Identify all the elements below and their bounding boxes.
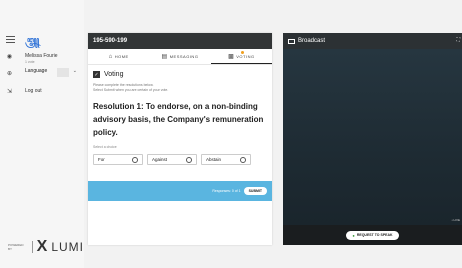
expand-icon[interactable]: ⛶ <box>456 37 460 43</box>
lumi-logo-text: LUMI <box>51 240 84 254</box>
radio-for[interactable] <box>132 156 138 163</box>
powered-by: POWERED BY X LUMI <box>8 238 84 256</box>
section-title: Voting <box>104 71 124 78</box>
user-icon: ◉ <box>6 54 13 60</box>
menu-icon[interactable] <box>6 36 15 45</box>
request-to-speak-button[interactable]: ● REQUEST TO SPEAK <box>346 230 399 240</box>
broadcast-footer: ● REQUEST TO SPEAK <box>283 225 462 245</box>
tab-voting[interactable]: ▩ VOTING <box>210 49 272 64</box>
broadcast-title: Broadcast <box>298 38 326 44</box>
logout-row[interactable]: ⇲ Log out <box>6 88 42 95</box>
sidebar: ꧃ ◉ Melissa Fourie 1 vote ⊕ Language ⌄ ⇲… <box>0 0 84 268</box>
broadcast-panel: Broadcast ⛶ • LIVE ● REQUEST TO SPEAK <box>283 33 462 245</box>
choice-against-label: Against <box>152 157 168 162</box>
choice-abstain[interactable]: Abstain <box>201 154 251 165</box>
video-player[interactable] <box>283 49 462 225</box>
choice-group: For Against Abstain <box>93 154 267 165</box>
globe-icon: ⊕ <box>6 71 13 77</box>
radio-against[interactable] <box>186 156 192 163</box>
choice-for-label: For <box>98 157 105 162</box>
live-indicator: • LIVE <box>451 218 460 222</box>
tab-voting-label: VOTING <box>236 53 255 59</box>
resolution-text: Resolution 1: To endorse, on a non-bindi… <box>93 102 264 137</box>
powered-by-label: POWERED BY <box>8 243 24 251</box>
tab-messaging-label: MESSAGING <box>169 54 199 59</box>
voting-heading: ✓ Voting <box>93 71 272 78</box>
screen-icon <box>288 38 295 44</box>
logout-label: Log out <box>25 88 42 94</box>
language-highlight <box>57 68 69 77</box>
chevron-down-icon: ⌄ <box>72 68 77 74</box>
user-profile[interactable]: ◉ Melissa Fourie 1 vote <box>6 53 58 64</box>
language-label: Language <box>25 68 48 74</box>
tab-bar: ⌂ HOME ▤ MESSAGING ▩ VOTING <box>88 49 272 65</box>
messaging-icon: ▤ <box>161 54 168 60</box>
meeting-id: 195-590-199 <box>88 33 272 49</box>
user-subtitle: 1 vote <box>25 60 35 64</box>
brand-logo: ꧃ <box>25 37 40 44</box>
choice-abstain-label: Abstain <box>206 157 222 162</box>
broadcast-header: Broadcast ⛶ <box>283 33 462 49</box>
choice-label: Select a choice <box>93 145 117 149</box>
submit-bar: Responses: 0 of 1 SUBMIT <box>88 181 272 201</box>
request-to-speak-label: REQUEST TO SPEAK <box>356 233 393 237</box>
microphone-icon: ● <box>352 232 355 238</box>
choice-against[interactable]: Against <box>147 154 197 165</box>
voting-icon: ▩ <box>228 53 235 60</box>
divider <box>31 241 33 253</box>
tab-home-label: HOME <box>114 54 129 59</box>
ballot-icon: ✓ <box>93 71 100 78</box>
submit-button[interactable]: SUBMIT <box>243 187 267 195</box>
lumi-logo-mark: X <box>36 238 48 255</box>
instructions: Please complete the resolutions below. S… <box>93 83 267 93</box>
choice-for[interactable]: For <box>93 154 143 165</box>
logout-icon: ⇲ <box>6 89 13 95</box>
radio-abstain[interactable] <box>240 156 246 163</box>
home-icon: ⌂ <box>108 53 113 60</box>
tab-home[interactable]: ⌂ HOME <box>88 49 149 64</box>
responses-count: Responses: 0 of 1 <box>212 189 241 193</box>
language-select[interactable]: Language ⌄ <box>25 68 81 77</box>
tab-messaging[interactable]: ▤ MESSAGING <box>149 49 210 64</box>
instructions-line-2: Select Submit when you are certain of yo… <box>93 88 169 92</box>
user-name: Melissa Fourie <box>25 53 58 59</box>
meeting-panel: 195-590-199 ⌂ HOME ▤ MESSAGING ▩ VOTING … <box>88 33 272 245</box>
language-row[interactable]: ⊕ <box>6 70 25 77</box>
